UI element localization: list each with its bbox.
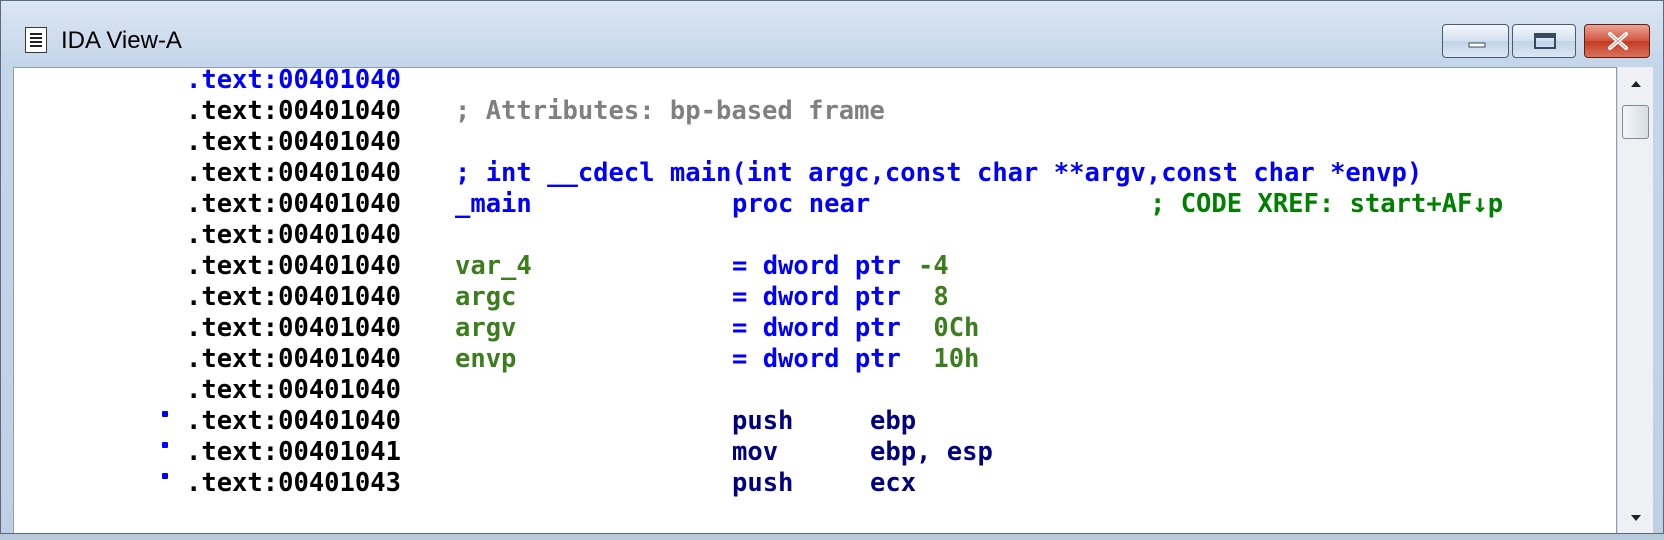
breakpoint-dot[interactable]	[162, 411, 168, 417]
comment-text: ; Attributes: bp-based frame	[455, 96, 885, 126]
instruction-operands: ebp	[870, 406, 917, 436]
operand-directive: = dword ptr	[732, 251, 901, 281]
listing-line[interactable]: .text:00401040	[14, 126, 1614, 158]
breakpoint-dot[interactable]	[162, 442, 168, 448]
listing-line[interactable]: .text:00401040	[14, 374, 1614, 406]
listing-line[interactable]: .text:00401040 argv = dword ptr 0Ch	[14, 312, 1614, 344]
maximize-button[interactable]	[1512, 24, 1576, 58]
address-label: .text:00401040	[186, 96, 401, 126]
address-label: .text:00401040	[186, 220, 401, 250]
address-label: .text:00401041	[186, 437, 401, 467]
stack-offset-value: 10h	[918, 344, 980, 374]
stack-variable-name: envp	[455, 344, 517, 374]
minimize-button[interactable]	[1442, 24, 1509, 58]
document-icon	[25, 27, 47, 53]
listing-line[interactable]: .text:00401040 push ebp	[14, 405, 1614, 437]
disassembly-view[interactable]: .text:00401040 .text:00401040; Attributes…	[13, 67, 1617, 533]
scroll-up-button[interactable]	[1618, 67, 1654, 103]
operand-directive: = dword ptr	[732, 344, 901, 374]
address-label: .text:00401040	[186, 127, 401, 157]
listing-line[interactable]: .text:00401040 argc = dword ptr 8	[14, 281, 1614, 313]
disassembly-listing: .text:00401040 .text:00401040; Attributes…	[14, 67, 1616, 533]
stack-variable-name: argc	[455, 282, 517, 312]
arrow-up-icon	[1631, 81, 1641, 87]
instruction-mnemonic: push	[732, 468, 794, 498]
instruction-mnemonic: push	[732, 406, 794, 436]
instruction-mnemonic: mov	[732, 437, 779, 467]
operand-directive: proc near	[732, 189, 871, 219]
listing-line[interactable]: .text:00401041 mov ebp, esp	[14, 436, 1614, 468]
title-bar[interactable]: IDA View-A	[1, 1, 1663, 67]
scroll-down-button[interactable]	[1618, 499, 1654, 535]
stack-offset-value: 0Ch	[918, 313, 980, 343]
listing-line[interactable]: .text:00401040 ; int __cdecl main(int arg…	[14, 157, 1614, 189]
address-label: .text:00401040	[186, 282, 401, 312]
listing-line[interactable]: .text:00401040	[14, 67, 1614, 96]
address-label: .text:00401040	[186, 375, 401, 405]
operand-directive: = dword ptr	[732, 313, 901, 343]
address-label: .text:00401043	[186, 468, 401, 498]
listing-line[interactable]: .text:00401040 var_4 = dword ptr -4	[14, 250, 1614, 282]
stack-variable-name: var_4	[455, 251, 532, 281]
listing-line[interactable]: .text:00401040	[14, 219, 1614, 251]
instruction-operands: ebp, esp	[870, 437, 993, 467]
maximize-icon	[1534, 33, 1556, 49]
address-label: .text:00401040	[186, 158, 401, 188]
close-button[interactable]	[1584, 24, 1650, 58]
listing-line[interactable]: .text:00401040 ; Attributes: bp-based fra…	[14, 95, 1614, 127]
xref-comment: ; CODE XREF: start+AF↓p	[1150, 189, 1504, 219]
function-signature: ; int __cdecl main(int argc,const char *…	[455, 158, 1423, 188]
arrow-down-icon	[1631, 515, 1641, 521]
address-label: .text:00401040	[186, 313, 401, 343]
listing-line[interactable]: .text:00401040 _main proc near ; CODE XREF:…	[14, 188, 1614, 220]
address-label: .text:00401040	[186, 406, 401, 436]
operand-directive: = dword ptr	[732, 282, 901, 312]
address-label: .text:00401040	[186, 344, 401, 374]
vertical-scrollbar[interactable]	[1617, 67, 1653, 533]
address-label: .text:00401040	[186, 251, 401, 281]
address-label: .text:00401040	[186, 67, 401, 95]
listing-line[interactable]: .text:00401040 envp = dword ptr 10h	[14, 343, 1614, 375]
ida-view-window: IDA View-A .text:00401040 .text:00401040;…	[0, 0, 1664, 534]
scroll-thumb[interactable]	[1622, 105, 1649, 139]
breakpoint-dot[interactable]	[162, 473, 168, 479]
minimize-icon	[1468, 42, 1486, 48]
window-title: IDA View-A	[61, 27, 182, 54]
stack-offset-value: 8	[918, 282, 949, 312]
address-label: .text:00401040	[186, 189, 401, 219]
close-icon	[1608, 32, 1628, 50]
stack-variable-name: argv	[455, 313, 517, 343]
listing-line[interactable]: .text:00401043 push ecx	[14, 467, 1614, 499]
instruction-operands: ecx	[870, 468, 917, 498]
stack-offset-value: -4	[918, 251, 949, 281]
function-label: _main	[455, 189, 532, 219]
